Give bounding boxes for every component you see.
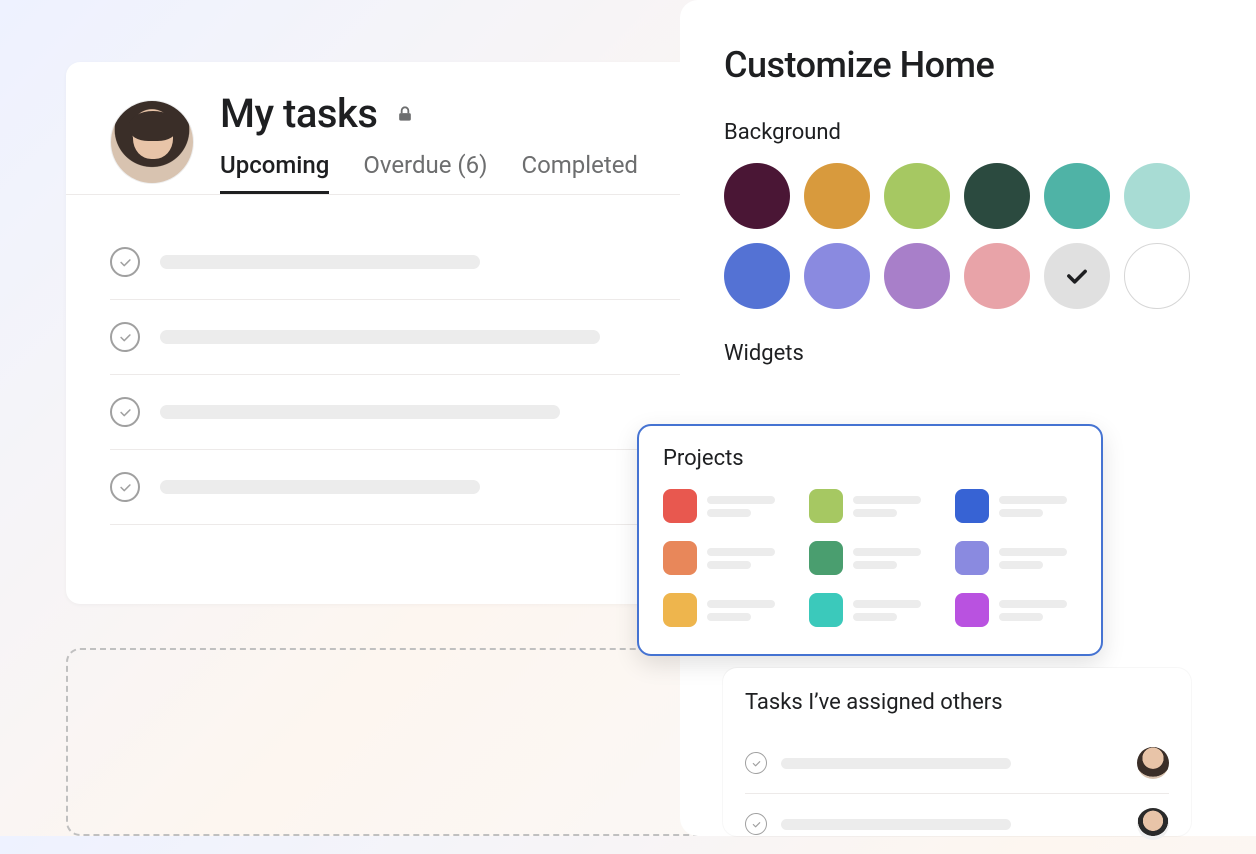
project-placeholder	[853, 496, 931, 517]
project-grid	[663, 489, 1077, 627]
project-color-swatch	[663, 489, 697, 523]
task-placeholder	[160, 255, 480, 269]
tab-overdue-[interactable]: Overdue (6)	[363, 151, 487, 194]
project-color-swatch	[809, 593, 843, 627]
tab-upcoming[interactable]: Upcoming	[220, 151, 329, 194]
background-label: Background	[724, 120, 1212, 145]
background-swatch[interactable]	[964, 163, 1030, 229]
background-swatch[interactable]	[1124, 163, 1190, 229]
project-item[interactable]	[663, 489, 785, 523]
tasks-title: My tasks	[220, 90, 377, 137]
background-swatch[interactable]	[1044, 163, 1110, 229]
background-swatch[interactable]	[1044, 243, 1110, 309]
project-item[interactable]	[955, 593, 1077, 627]
assignee-avatar[interactable]	[1137, 747, 1169, 779]
project-color-swatch	[809, 541, 843, 575]
project-placeholder	[999, 548, 1077, 569]
task-row[interactable]	[110, 225, 748, 300]
tasks-title-row: My tasks	[220, 90, 638, 137]
project-placeholder	[853, 600, 931, 621]
task-placeholder	[160, 405, 560, 419]
project-item[interactable]	[955, 541, 1077, 575]
projects-widget-title: Projects	[663, 446, 1077, 471]
assigned-task-row[interactable]	[745, 794, 1169, 854]
tabs: Upcoming Overdue (6) Completed	[220, 151, 638, 194]
task-placeholder	[160, 480, 480, 494]
tasks-title-block: My tasks Upcoming Overdue (6) Completed	[220, 90, 638, 194]
project-color-swatch	[663, 541, 697, 575]
project-placeholder	[999, 496, 1077, 517]
task-row[interactable]	[110, 300, 748, 375]
project-color-swatch	[955, 489, 989, 523]
check-circle-icon[interactable]	[110, 247, 140, 277]
project-placeholder	[707, 600, 785, 621]
check-circle-icon[interactable]	[745, 752, 767, 774]
background-swatch[interactable]	[964, 243, 1030, 309]
project-placeholder	[853, 548, 931, 569]
project-item[interactable]	[809, 489, 931, 523]
project-color-swatch	[809, 489, 843, 523]
check-circle-icon[interactable]	[110, 397, 140, 427]
project-item[interactable]	[663, 593, 785, 627]
background-swatch[interactable]	[804, 243, 870, 309]
tab-completed[interactable]: Completed	[521, 151, 638, 194]
task-placeholder	[781, 819, 1011, 830]
check-circle-icon[interactable]	[110, 322, 140, 352]
background-swatch-grid	[724, 163, 1212, 309]
project-color-swatch	[663, 593, 697, 627]
check-circle-icon[interactable]	[745, 813, 767, 835]
assigned-task-row[interactable]	[745, 733, 1169, 794]
project-item[interactable]	[955, 489, 1077, 523]
task-placeholder	[781, 758, 1011, 769]
project-placeholder	[707, 496, 785, 517]
widgets-label: Widgets	[724, 341, 1212, 366]
project-color-swatch	[955, 541, 989, 575]
project-placeholder	[707, 548, 785, 569]
project-item[interactable]	[663, 541, 785, 575]
task-placeholder	[160, 330, 600, 344]
assignee-avatar[interactable]	[1137, 808, 1169, 840]
background-swatch[interactable]	[884, 243, 950, 309]
project-placeholder	[999, 600, 1077, 621]
projects-widget[interactable]: Projects	[637, 424, 1103, 656]
background-swatch[interactable]	[724, 243, 790, 309]
customize-title: Customize Home	[724, 44, 1212, 86]
avatar[interactable]	[110, 100, 194, 184]
assigned-widget-title: Tasks I’ve assigned others	[745, 690, 1169, 715]
check-circle-icon[interactable]	[110, 472, 140, 502]
background-swatch[interactable]	[804, 163, 870, 229]
lock-icon	[395, 104, 415, 124]
background-swatch[interactable]	[884, 163, 950, 229]
background-swatch[interactable]	[1124, 243, 1190, 309]
background-swatch[interactable]	[724, 163, 790, 229]
project-item[interactable]	[809, 541, 931, 575]
assigned-tasks-widget[interactable]: Tasks I’ve assigned others	[723, 668, 1191, 836]
project-color-swatch	[955, 593, 989, 627]
project-item[interactable]	[809, 593, 931, 627]
